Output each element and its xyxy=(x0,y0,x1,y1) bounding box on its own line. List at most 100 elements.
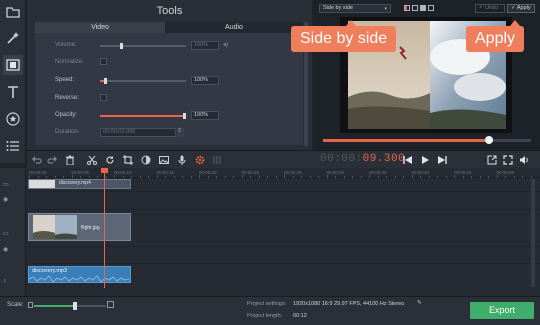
ruler-tick-label: 00:00:30 xyxy=(284,170,302,175)
ruler-tick xyxy=(199,175,200,178)
video-track-icon: ▭ xyxy=(3,182,9,188)
speed-value[interactable]: 100% xyxy=(191,76,219,85)
skip-back-icon[interactable] xyxy=(402,154,414,166)
titles-button[interactable] xyxy=(3,82,23,102)
timeline-scrollbar[interactable] xyxy=(531,179,535,287)
star-badge-icon xyxy=(6,112,20,126)
microphone-icon[interactable] xyxy=(176,154,188,166)
ruler-tick xyxy=(275,176,277,178)
opacity-value[interactable]: 100% xyxy=(191,111,219,120)
detach-preview-icon[interactable] xyxy=(486,154,498,166)
ruler-tick xyxy=(352,176,353,178)
opacity-slider-knob[interactable] xyxy=(183,113,186,119)
volume-value[interactable]: 100% xyxy=(191,41,219,50)
opacity-label: Opacity: xyxy=(55,112,78,118)
ruler-tick xyxy=(54,176,56,178)
ruler-tick xyxy=(122,176,124,178)
ruler-tick xyxy=(250,176,251,178)
ruler-tick xyxy=(190,176,192,178)
ruler-tick-label: 00:00:00 xyxy=(29,170,47,175)
timecode-display: 00:00:09.300 xyxy=(320,153,405,165)
video-clip[interactable]: discovery.mp4 xyxy=(28,179,131,189)
normalize-checkbox[interactable] xyxy=(100,58,107,65)
ruler-tick-label: 00:00:15 xyxy=(156,170,175,175)
ruler-tick xyxy=(471,176,472,178)
import-button[interactable] xyxy=(3,2,23,22)
ruler-tick xyxy=(522,176,523,178)
fullscreen-icon[interactable] xyxy=(502,154,514,166)
speed-slider-knob[interactable] xyxy=(104,78,107,84)
reverse-checkbox[interactable] xyxy=(100,94,107,101)
preview-seek-knob[interactable] xyxy=(485,136,493,144)
ruler-tick xyxy=(445,176,447,178)
volume-slider[interactable] xyxy=(100,45,186,47)
stickers-button[interactable] xyxy=(3,109,23,129)
image-clip-label: flight.jpg xyxy=(81,225,100,231)
music-note-icon: ♪ xyxy=(3,278,6,284)
ruler-tick xyxy=(420,176,421,178)
project-length-label: Project length: xyxy=(247,313,283,319)
ruler-tick-label: 00:00:35 xyxy=(326,170,345,175)
zoom-out-icon[interactable] xyxy=(28,302,33,308)
ruler-tick xyxy=(462,176,464,178)
pencil-icon[interactable]: ✎ xyxy=(417,300,422,306)
more-tools-button[interactable] xyxy=(3,136,23,156)
filters-button[interactable] xyxy=(3,28,23,48)
ruler-tick xyxy=(258,176,260,178)
ruler-tick xyxy=(173,176,175,178)
gear-icon[interactable] xyxy=(194,154,206,166)
speed-slider[interactable] xyxy=(100,80,186,82)
zoom-in-icon[interactable] xyxy=(107,301,114,308)
volume-slider-knob[interactable] xyxy=(120,43,123,49)
image-clip[interactable]: flight.jpg xyxy=(28,213,131,241)
ruler-tick xyxy=(343,176,345,178)
video-clip-thumbnail xyxy=(29,180,55,188)
crop-icon[interactable] xyxy=(122,154,134,166)
ruler-tick xyxy=(335,176,336,178)
speaker-icon[interactable]: ◂) xyxy=(223,42,230,49)
scale-slider-fill xyxy=(34,305,74,307)
eye-icon[interactable]: ◉ xyxy=(3,246,8,253)
undo-button[interactable]: ↶ Undo xyxy=(475,4,505,13)
duration-stepper[interactable]: ⇕ xyxy=(177,128,184,137)
trash-icon[interactable] xyxy=(64,154,76,166)
export-button[interactable]: Export xyxy=(470,302,534,319)
layout-full-icon[interactable] xyxy=(420,5,426,11)
layout-pip-icon[interactable] xyxy=(428,5,434,11)
image-icon[interactable] xyxy=(158,154,170,166)
audio-clip[interactable]: discovery.mp3 xyxy=(28,266,131,283)
layout-side-icon[interactable] xyxy=(404,5,410,11)
edit-toolbar: 00:00:09.300 xyxy=(27,150,540,168)
ruler-tick-label: 00:00:05 xyxy=(71,170,90,175)
project-settings-label: Project settings: xyxy=(247,301,287,307)
apply-button[interactable]: ✓ Apply xyxy=(507,4,535,13)
play-icon[interactable] xyxy=(419,154,431,166)
scissors-icon[interactable] xyxy=(86,154,98,166)
ruler-tick xyxy=(216,176,217,178)
tools-panel: Tools Video Audio Volume: 100% ◂) Normal… xyxy=(27,0,312,150)
rotate-icon[interactable] xyxy=(104,154,116,166)
transitions-button[interactable] xyxy=(3,55,23,75)
redo-icon[interactable] xyxy=(46,154,58,166)
tab-video[interactable]: Video xyxy=(35,22,165,33)
layout-preset-select[interactable]: Side by side ▾ xyxy=(319,4,391,13)
equalizer-icon[interactable] xyxy=(211,154,223,166)
ruler-tick-label: 00:00:25 xyxy=(241,170,260,175)
ruler-tick xyxy=(207,176,209,178)
layout-split-icon[interactable] xyxy=(412,5,418,11)
image-clip-thumbnail xyxy=(33,215,77,239)
ruler-tick xyxy=(284,175,285,178)
skip-forward-icon[interactable] xyxy=(436,154,448,166)
color-adjust-icon[interactable] xyxy=(140,154,152,166)
timecode-active: 09.300 xyxy=(362,153,406,165)
undo-icon[interactable] xyxy=(31,154,43,166)
eye-icon[interactable]: ◉ xyxy=(3,196,8,203)
tab-audio[interactable]: Audio xyxy=(165,22,303,33)
duration-field[interactable]: 00:00:03.000 xyxy=(100,128,176,137)
volume-icon[interactable] xyxy=(518,154,530,166)
scale-label: Scale: xyxy=(7,302,24,308)
scale-slider-knob[interactable] xyxy=(73,302,77,310)
ruler-tick xyxy=(394,176,396,178)
track-headers: ▭ ◉ ▭ ◉ ♪ xyxy=(0,168,26,296)
ruler-tick xyxy=(326,175,328,178)
